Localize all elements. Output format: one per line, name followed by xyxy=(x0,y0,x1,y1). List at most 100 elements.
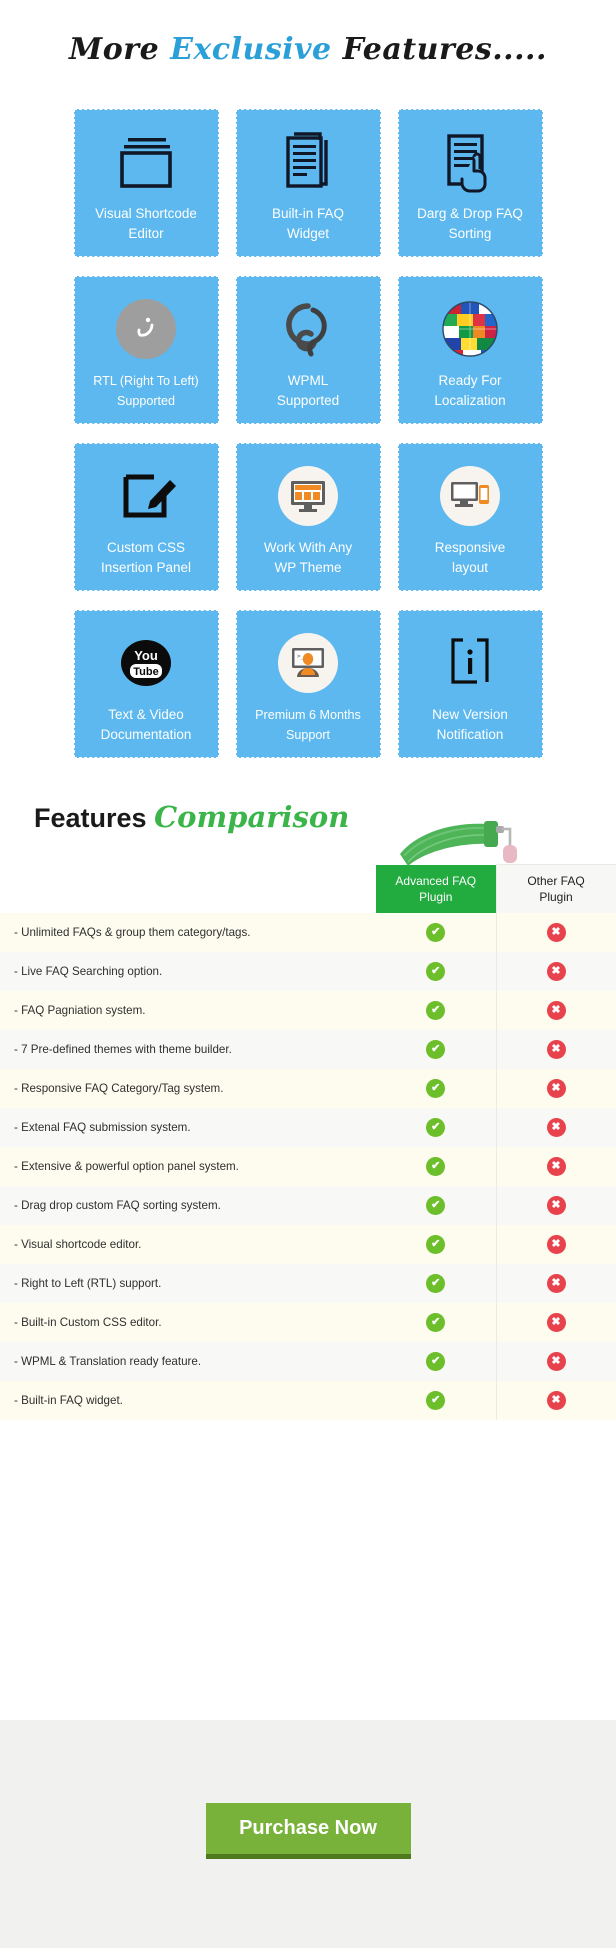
row-advanced-mark: ✔ xyxy=(376,1185,496,1225)
row-feature-label: - Right to Left (RTL) support. xyxy=(0,1263,376,1303)
pencil-edit-square-icon xyxy=(75,458,218,534)
comparison-table-section: Advanced FAQ Plugin Other FAQ Plugin - U… xyxy=(0,864,616,1420)
row-other-mark: ✖ xyxy=(495,1146,616,1186)
header-feature-blank xyxy=(0,864,376,913)
features-grid: Visual Shortcode Editor Built-in FAQ Wid… xyxy=(0,109,616,758)
row-other-mark: ✖ xyxy=(495,1107,616,1147)
row-feature-label: - Drag drop custom FAQ sorting system. xyxy=(0,1185,376,1225)
row-advanced-mark: ✔ xyxy=(376,912,496,952)
check-icon: ✔ xyxy=(426,922,446,942)
feature-tile-wpml-supported[interactable]: WPML Supported xyxy=(235,276,381,424)
row-other-mark: ✖ xyxy=(495,1380,616,1420)
cross-icon: ✖ xyxy=(546,1390,566,1410)
comparison-heading-area: Features Comparison xyxy=(0,790,616,866)
paint-roller-icon xyxy=(400,821,517,866)
table-row: - WPML & Translation ready feature. ✔ ✖ xyxy=(0,1341,616,1381)
row-feature-label: - Built-in FAQ widget. xyxy=(0,1380,376,1420)
comparison-table-body: - Unlimited FAQs & group them category/t… xyxy=(0,912,616,1420)
comparison-title-accent: Comparison xyxy=(154,800,350,834)
row-other-mark: ✖ xyxy=(495,1341,616,1381)
row-advanced-mark: ✔ xyxy=(376,990,496,1030)
svg-text:You: You xyxy=(134,648,158,663)
document-stack-icon xyxy=(237,124,380,200)
row-feature-label: - Unlimited FAQs & group them category/t… xyxy=(0,912,376,952)
row-advanced-mark: ✔ xyxy=(376,1302,496,1342)
cta-section: Purchase Now xyxy=(0,1720,616,1948)
flag-globe-icon xyxy=(399,291,542,367)
purchase-now-button[interactable]: Purchase Now xyxy=(205,1803,411,1859)
feature-label: New Version Notification xyxy=(432,707,508,742)
rtl-arabic-letter-icon xyxy=(75,291,218,367)
row-advanced-mark: ✔ xyxy=(376,1146,496,1186)
feature-tile-new-version-notification[interactable]: New Version Notification xyxy=(397,610,543,758)
row-feature-label: - Visual shortcode editor. xyxy=(0,1224,376,1264)
cross-icon: ✖ xyxy=(546,1312,566,1332)
feature-tile-work-with-any-wp-theme[interactable]: Work With Any WP Theme xyxy=(235,443,381,591)
feature-tile-builtin-faq-widget[interactable]: Built-in FAQ Widget xyxy=(235,109,381,257)
check-icon: ✔ xyxy=(426,1117,446,1137)
check-icon: ✔ xyxy=(426,961,446,981)
check-icon: ✔ xyxy=(426,1078,446,1098)
feature-tile-rtl-supported[interactable]: RTL (Right To Left) Supported xyxy=(73,276,219,424)
youtube-icon: You Tube xyxy=(75,625,218,701)
check-icon: ✔ xyxy=(426,1000,446,1020)
feature-tile-drag-drop-faq-sorting[interactable]: Darg & Drop FAQ Sorting xyxy=(397,109,543,257)
row-advanced-mark: ✔ xyxy=(376,951,496,991)
table-header-row: Advanced FAQ Plugin Other FAQ Plugin xyxy=(0,864,616,913)
row-other-mark: ✖ xyxy=(495,990,616,1030)
row-other-mark: ✖ xyxy=(495,1263,616,1303)
feature-label: Darg & Drop FAQ Sorting xyxy=(417,206,523,241)
check-icon: ✔ xyxy=(426,1351,446,1371)
cross-icon: ✖ xyxy=(546,961,566,981)
row-advanced-mark: ✔ xyxy=(376,1029,496,1069)
feature-label: Custom CSS Insertion Panel xyxy=(100,540,192,575)
feature-tile-ready-for-localization[interactable]: Ready For Localization xyxy=(397,276,543,424)
comparison-title: Features Comparison xyxy=(34,800,349,834)
row-feature-label: - Extenal FAQ submission system. xyxy=(0,1107,376,1147)
feature-label: Premium 6 Months Support xyxy=(255,708,361,742)
comparison-title-part-1: Features xyxy=(34,803,155,833)
check-icon: ✔ xyxy=(426,1390,446,1410)
row-advanced-mark: ✔ xyxy=(376,1107,496,1147)
table-row: - Drag drop custom FAQ sorting system. ✔ ✖ xyxy=(0,1185,616,1225)
table-row: - Visual shortcode editor. ✔ ✖ xyxy=(0,1224,616,1264)
window-frame-icon xyxy=(75,124,218,200)
row-feature-label: - Live FAQ Searching option. xyxy=(0,951,376,991)
row-advanced-mark: ✔ xyxy=(376,1068,496,1108)
feature-tile-text-video-documentation[interactable]: You Tube Text & Video Documentation xyxy=(73,610,219,758)
feature-label: Ready For Localization xyxy=(434,373,506,408)
row-feature-label: - FAQ Pagniation system. xyxy=(0,990,376,1030)
feature-tile-custom-css-panel[interactable]: Custom CSS Insertion Panel xyxy=(73,443,219,591)
header-advanced-faq-plugin: Advanced FAQ Plugin xyxy=(376,864,496,913)
feature-tile-visual-shortcode-editor[interactable]: Visual Shortcode Editor xyxy=(73,109,219,257)
row-feature-label: - Built-in Custom CSS editor. xyxy=(0,1302,376,1342)
page-title-part-2: Features..... xyxy=(331,32,547,67)
table-row: - Extenal FAQ submission system. ✔ ✖ xyxy=(0,1107,616,1147)
table-row: - Built-in FAQ widget. ✔ ✖ xyxy=(0,1380,616,1420)
check-icon: ✔ xyxy=(426,1039,446,1059)
feature-tile-responsive-layout[interactable]: Responsive layout xyxy=(397,443,543,591)
row-other-mark: ✖ xyxy=(495,1224,616,1264)
table-row: - Live FAQ Searching option. ✔ ✖ xyxy=(0,951,616,991)
feature-label: Work With Any WP Theme xyxy=(263,540,353,575)
table-row: - Built-in Custom CSS editor. ✔ ✖ xyxy=(0,1302,616,1342)
row-other-mark: ✖ xyxy=(495,912,616,952)
cross-icon: ✖ xyxy=(546,1234,566,1254)
info-bracket-icon xyxy=(399,625,542,701)
feature-tile-premium-support[interactable]: >_ Premium 6 Months Support xyxy=(235,610,381,758)
table-row: - Right to Left (RTL) support. ✔ ✖ xyxy=(0,1263,616,1303)
wpml-logo-icon xyxy=(237,291,380,367)
feature-label: Responsive layout xyxy=(434,540,506,575)
page-title-accent: Exclusive xyxy=(170,32,332,67)
cross-icon: ✖ xyxy=(546,1351,566,1371)
cross-icon: ✖ xyxy=(546,1000,566,1020)
row-other-mark: ✖ xyxy=(495,1029,616,1069)
header-other-faq-plugin: Other FAQ Plugin xyxy=(495,864,616,913)
feature-label: Text & Video Documentation xyxy=(100,707,192,742)
page-title: More Exclusive Features..... xyxy=(0,0,616,67)
check-icon: ✔ xyxy=(426,1273,446,1293)
cross-icon: ✖ xyxy=(546,1156,566,1176)
row-other-mark: ✖ xyxy=(495,1068,616,1108)
feature-label: Built-in FAQ Widget xyxy=(271,206,345,241)
cross-icon: ✖ xyxy=(546,922,566,942)
